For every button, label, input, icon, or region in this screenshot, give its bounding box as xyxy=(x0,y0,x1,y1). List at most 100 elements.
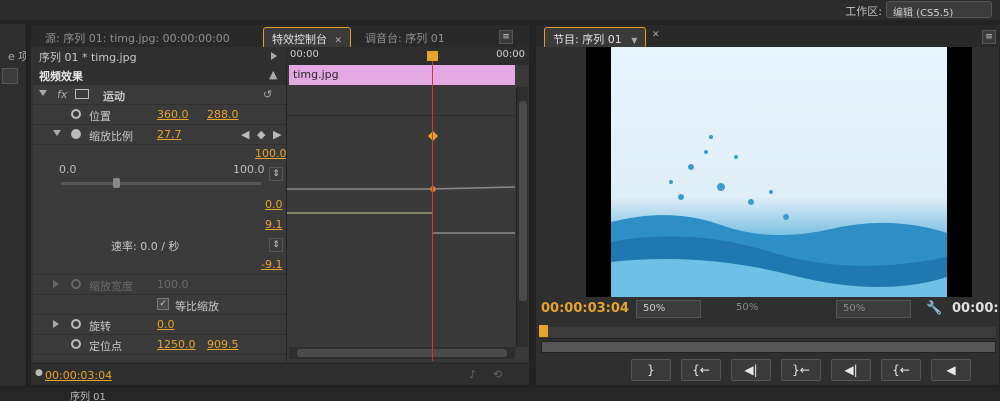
project-tab[interactable]: e 项 xyxy=(0,45,26,63)
sequence-clip-label: 序列 01 * timg.jpg xyxy=(39,51,137,64)
stopwatch-icon[interactable] xyxy=(71,129,81,139)
velocity-top-value: 9.1 xyxy=(265,218,283,231)
chevron-down-icon[interactable]: ▼ xyxy=(631,36,637,45)
program-scrub-bar[interactable] xyxy=(541,341,996,353)
project-dropdown[interactable] xyxy=(2,68,18,84)
slider-min-label: 0.0 xyxy=(59,163,77,176)
slider-max-label: 100.0 xyxy=(233,163,265,176)
vertical-scrollbar[interactable] xyxy=(516,87,528,347)
velocity-top-row: 9.1 xyxy=(33,215,286,235)
stopwatch-icon[interactable] xyxy=(71,109,81,119)
rotation-value[interactable]: 0.0 xyxy=(157,318,175,331)
uniform-scale-checkbox[interactable]: ✓ xyxy=(157,298,169,310)
audio-icon[interactable]: ♪ xyxy=(469,368,476,381)
quality-label: 50% xyxy=(736,302,759,313)
expand-icon xyxy=(53,280,59,288)
program-playhead-handle[interactable] xyxy=(539,325,548,337)
ruler-end-label: 00:00 xyxy=(496,49,525,60)
tab-source[interactable]: 源: 序列 01: timg.jpg: 00:00:00:00 xyxy=(37,27,238,47)
add-keyframe-icon[interactable]: ◆ xyxy=(257,128,265,141)
program-video-frame[interactable] xyxy=(586,47,972,297)
mark-out-button[interactable]: } xyxy=(631,359,671,381)
video-preview-image xyxy=(611,47,947,297)
loop-icon[interactable]: ⟲ xyxy=(493,368,502,381)
expand-icon[interactable] xyxy=(53,130,61,136)
playhead-handle[interactable] xyxy=(427,51,438,61)
bottom-panel-strip: 序列 01 xyxy=(0,388,1000,401)
zoom-select[interactable]: 50% xyxy=(636,300,701,318)
anchor-y-value[interactable]: 909.5 xyxy=(207,338,239,351)
velocity-bottom-value: -9.1 xyxy=(261,258,283,271)
top-bar: 工作区: 编辑 (CS5.5) xyxy=(0,0,1000,20)
timeline-ruler[interactable]: 00:00 00:00 xyxy=(286,47,529,65)
position-label: 位置 xyxy=(89,110,111,123)
step-back-3-button[interactable]: ◀ xyxy=(931,359,971,381)
velocity-label: 速率: 0.0 / 秒 xyxy=(111,240,180,253)
tab-audio-mixer[interactable]: 调音台: 序列 01 xyxy=(357,27,453,47)
go-to-in-2-button[interactable]: {← xyxy=(881,359,921,381)
clip-bar[interactable]: timg.jpg xyxy=(289,65,515,85)
scale-keyframe-diamond[interactable] xyxy=(428,131,438,141)
scale-slider-area: 100.0 0.0 100.0 ⇕ xyxy=(33,145,287,195)
collapse-up-icon[interactable]: ▲ xyxy=(269,68,277,81)
panel-menu-icon[interactable]: ≡ xyxy=(982,30,996,44)
keyframe-timeline-pane[interactable]: timg.jpg xyxy=(286,65,529,361)
graph-top-value: 100.0 xyxy=(255,147,287,160)
tab-effect-controls[interactable]: 特效控制台 ✕ xyxy=(263,27,352,47)
close-icon[interactable]: ✕ xyxy=(335,36,343,46)
sequence-clip-row: 序列 01 * timg.jpg xyxy=(33,47,286,65)
position-x-value[interactable]: 360.0 xyxy=(157,108,189,121)
panel-menu-icon[interactable]: ≡ xyxy=(499,30,513,44)
workspace-label: 工作区: xyxy=(845,5,882,18)
program-time-ruler[interactable] xyxy=(541,327,996,339)
scale-value-graph xyxy=(287,186,516,190)
anchor-x-value[interactable]: 1250.0 xyxy=(157,338,196,351)
wrench-icon[interactable]: 🔧 xyxy=(926,301,942,316)
row-divider xyxy=(287,115,516,116)
step-back-2-button[interactable]: ◀| xyxy=(831,359,871,381)
scale-slider-track[interactable] xyxy=(61,182,261,185)
motion-label: 运动 xyxy=(103,90,125,103)
scale-width-label: 缩放宽度 xyxy=(89,280,133,293)
fx-icon[interactable]: fx xyxy=(57,88,67,101)
scrollbar-thumb[interactable] xyxy=(519,101,527,301)
prev-keyframe-icon[interactable]: ◀ xyxy=(241,128,249,141)
effect-controls-footer: ● 00:00:03:04 ♪ ⟲ xyxy=(31,363,529,385)
program-timecode[interactable]: 00:00:03:04 xyxy=(541,301,629,316)
graph-toggle-icon[interactable]: ⇕ xyxy=(269,238,283,252)
tab-program[interactable]: 节目: 序列 01 ▼ xyxy=(544,27,647,47)
scale-width-value: 100.0 xyxy=(157,278,189,291)
reset-icon[interactable]: ↺ xyxy=(263,88,272,101)
tab-effect-controls-label: 特效控制台 xyxy=(272,33,327,46)
transform-box-icon[interactable] xyxy=(75,89,89,99)
hscroll-thumb[interactable] xyxy=(297,349,507,357)
scale-label: 缩放比例 xyxy=(89,130,133,143)
expand-icon[interactable] xyxy=(39,90,47,96)
go-to-out-button[interactable]: }← xyxy=(781,359,821,381)
project-panel-strip: e 项 xyxy=(0,24,27,386)
program-monitor-panel: 节目: 序列 01 ▼ ✕ ≡ 00:00:03:04 50% 50% 50% xyxy=(535,24,1000,386)
graph-keyframe-dot[interactable] xyxy=(430,186,436,192)
quality-select[interactable]: 50% xyxy=(836,300,911,318)
expand-icon[interactable] xyxy=(53,320,59,328)
stopwatch-icon[interactable] xyxy=(71,339,81,349)
play-arrow-icon[interactable] xyxy=(271,52,277,60)
stopwatch-icon[interactable] xyxy=(71,319,81,329)
water-splash-graphic xyxy=(611,135,947,297)
next-keyframe-icon[interactable]: ▶ xyxy=(273,128,281,141)
close-icon[interactable]: ✕ xyxy=(652,30,660,40)
position-y-value[interactable]: 288.0 xyxy=(207,108,239,121)
sequence-tab[interactable]: 序列 01 xyxy=(70,388,106,401)
scale-slider-handle[interactable] xyxy=(113,178,120,188)
timecode-dot-icon: ● xyxy=(35,368,43,378)
workspace-select[interactable]: 编辑 (CS5.5) xyxy=(886,1,992,19)
step-back-button[interactable]: ◀| xyxy=(731,359,771,381)
current-time[interactable]: 00:00:03:04 xyxy=(45,369,112,382)
anchor-label: 定位点 xyxy=(89,340,122,353)
horizontal-scrollbar[interactable] xyxy=(289,347,515,359)
scale-value[interactable]: 27.7 xyxy=(157,128,182,141)
graph-toggle-icon[interactable]: ⇕ xyxy=(269,167,283,181)
motion-effect-row[interactable]: fx 运动 ↺ xyxy=(33,85,286,105)
playhead-line xyxy=(432,61,433,361)
go-to-in-button[interactable]: {← xyxy=(681,359,721,381)
